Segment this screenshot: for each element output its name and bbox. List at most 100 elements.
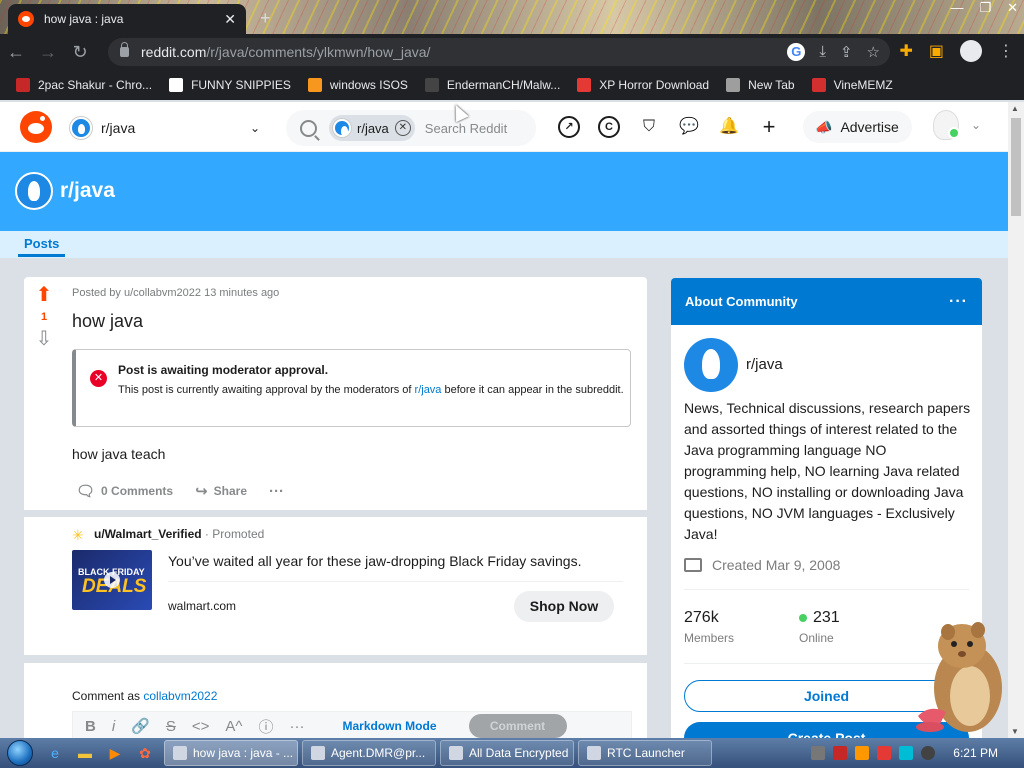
strikethrough-icon[interactable]: S [166,718,176,735]
promoted-domain[interactable]: walmart.com [168,599,236,613]
more-options-button[interactable]: ··· [269,483,284,500]
promoted-user[interactable]: u/Walmart_Verified [94,527,202,541]
coins-icon[interactable]: C [598,116,620,138]
taskbar-item[interactable]: All Data Encrypted [440,740,574,766]
about-divider-1 [684,589,969,590]
maximize-icon[interactable]: ❐ [979,0,991,16]
bookmark-item[interactable]: EndermanCH/Malw... [424,78,560,92]
chip-clear-icon[interactable]: ✕ [394,120,411,136]
tab-posts[interactable]: Posts [18,236,66,257]
bookmark-item[interactable]: VineMEMZ [811,78,893,92]
side-panel-icon[interactable]: ▣ [929,41,944,61]
bookmark-item[interactable]: 2pac Shakur - Chro... [16,78,152,92]
bookmark-item[interactable]: FUNNY SNIPPIES [169,78,291,92]
new-tab-button[interactable]: + [260,8,271,29]
chip-avatar-icon [333,119,351,137]
internet-explorer-icon[interactable]: e [40,740,70,766]
forward-arrow-icon[interactable]: → [32,42,64,63]
walmart-spark-icon: ✳ [72,527,84,543]
minimize-icon[interactable]: — [950,0,963,16]
scroll-down-arrow-icon[interactable]: ▼ [1011,727,1019,736]
popular-icon[interactable]: ↗ [558,116,580,138]
upvote-arrow-icon[interactable]: ⬆ [24,285,64,305]
comment-username-link[interactable]: collabvm2022 [143,689,217,703]
vote-count: 1 [40,311,48,323]
share-icon[interactable]: ⇪ [840,43,853,61]
google-icon[interactable]: G [787,43,806,61]
media-player-icon[interactable]: ▶ [100,740,130,766]
close-window-icon[interactable]: ✕ [1007,0,1018,16]
tray-v-icon[interactable] [833,746,848,760]
shop-now-button[interactable]: Shop Now [514,591,614,622]
submit-comment-button[interactable]: Comment [468,714,567,738]
url-text[interactable]: reddit.com/r/java/comments/ylkmwn/how_ja… [141,44,430,60]
inline-code-icon[interactable]: <> [192,718,210,735]
italic-icon[interactable]: i [112,718,115,735]
tab-close-icon[interactable]: ✕ [224,11,236,28]
bookmark-item[interactable]: New Tab [726,78,795,92]
community-selector[interactable]: r/java ⌄ [70,116,260,140]
tray-network-icon[interactable] [899,746,914,760]
bookmark-item[interactable]: XP Horror Download [577,78,709,92]
about-community-name[interactable]: r/java [746,356,783,373]
file-explorer-icon[interactable]: ▬ [70,740,100,766]
app-launcher-icon[interactable]: ✿ [130,740,160,766]
notice-community-link[interactable]: r/java [415,384,442,396]
extensions-puzzle-icon[interactable]: ✚ [899,41,912,61]
bookmarks-bar: 2pac Shakur - Chro... FUNNY SNIPPIES windo… [0,70,1024,100]
scroll-up-arrow-icon[interactable]: ▲ [1011,104,1019,113]
scrollbar-thumb[interactable] [1011,118,1021,216]
lock-icon [120,42,129,57]
community-subnav: Posts [0,231,1008,258]
community-banner-name[interactable]: r/java [60,179,115,203]
post-body: how java teach [72,446,166,462]
browser-tab[interactable]: how java : java ✕ [8,4,246,34]
bookmark-star-icon[interactable]: ☆ [867,43,880,61]
taskbar-item[interactable]: RTC Launcher [578,740,712,766]
tray-volume-icon[interactable] [921,746,936,760]
tray-search-icon[interactable] [855,746,870,760]
page-scrollbar[interactable]: ▲ ▼ [1008,102,1024,738]
promoted-headline[interactable]: You’ve waited all year for these jaw-dro… [168,553,581,569]
moderation-shield-icon[interactable]: ⛉ [638,116,660,138]
tray-app-icon[interactable] [811,746,826,760]
link-icon[interactable]: 🔗 [131,717,150,735]
promoted-thumbnail[interactable]: BLACK FRIDAY DEALS [72,550,152,610]
error-circle-icon: ✕ [90,370,107,387]
more-formatting-icon[interactable]: ··· [289,718,304,735]
chat-icon[interactable]: 💬 [678,116,700,138]
create-post-plus-icon[interactable]: + [758,116,780,138]
taskbar-item[interactable]: how java : java - ... [164,740,298,766]
search-input[interactable]: Search Reddit [425,121,509,136]
spoiler-icon[interactable]: ⓘ [258,716,273,737]
share-button[interactable]: ↪ Share [195,482,247,500]
reddit-logo-icon[interactable] [20,111,52,143]
start-button[interactable] [0,738,40,768]
promoted-post[interactable]: ✳ u/Walmart_Verified · Promoted BLACK FR… [24,517,647,655]
superscript-icon[interactable]: A^ [225,718,242,735]
taskbar-item[interactable]: Agent.DMR@pr... [302,740,436,766]
taskbar-clock[interactable]: 6:21 PM [953,746,998,760]
browser-menu-icon[interactable]: ⋮ [998,41,1014,61]
search-bar[interactable]: r/java ✕ Search Reddit [286,110,536,146]
advertise-button[interactable]: 📣 Advertise [803,111,912,143]
about-options-icon[interactable]: ··· [949,293,968,311]
notice-heading: Post is awaiting moderator approval. [118,363,329,377]
tray-flag-icon[interactable] [877,746,892,760]
user-menu[interactable]: ⌄ [933,110,981,140]
taskbar-app-icon [173,746,187,760]
back-arrow-icon[interactable]: ← [0,42,32,63]
url-path: /r/java/comments/ylkmwn/how_java/ [206,44,431,60]
comments-button[interactable]: 🗨 0 Comments [76,482,173,500]
notifications-bell-icon[interactable]: 🔔 [718,116,740,138]
vote-column: ⬆ 1 ⇩ [24,277,64,349]
bookmark-item[interactable]: windows ISOS [307,78,408,92]
markdown-mode-button[interactable]: Markdown Mode [342,719,436,733]
profile-avatar-icon[interactable] [960,40,982,62]
address-bar[interactable]: reddit.com/r/java/comments/ylkmwn/how_ja… [108,38,890,66]
install-icon[interactable]: ⤓ [819,43,826,61]
h-letter-icon [169,78,184,92]
downvote-arrow-icon[interactable]: ⇩ [24,329,64,349]
reload-icon[interactable]: ↻ [64,42,96,63]
bold-icon[interactable]: B [85,718,96,735]
